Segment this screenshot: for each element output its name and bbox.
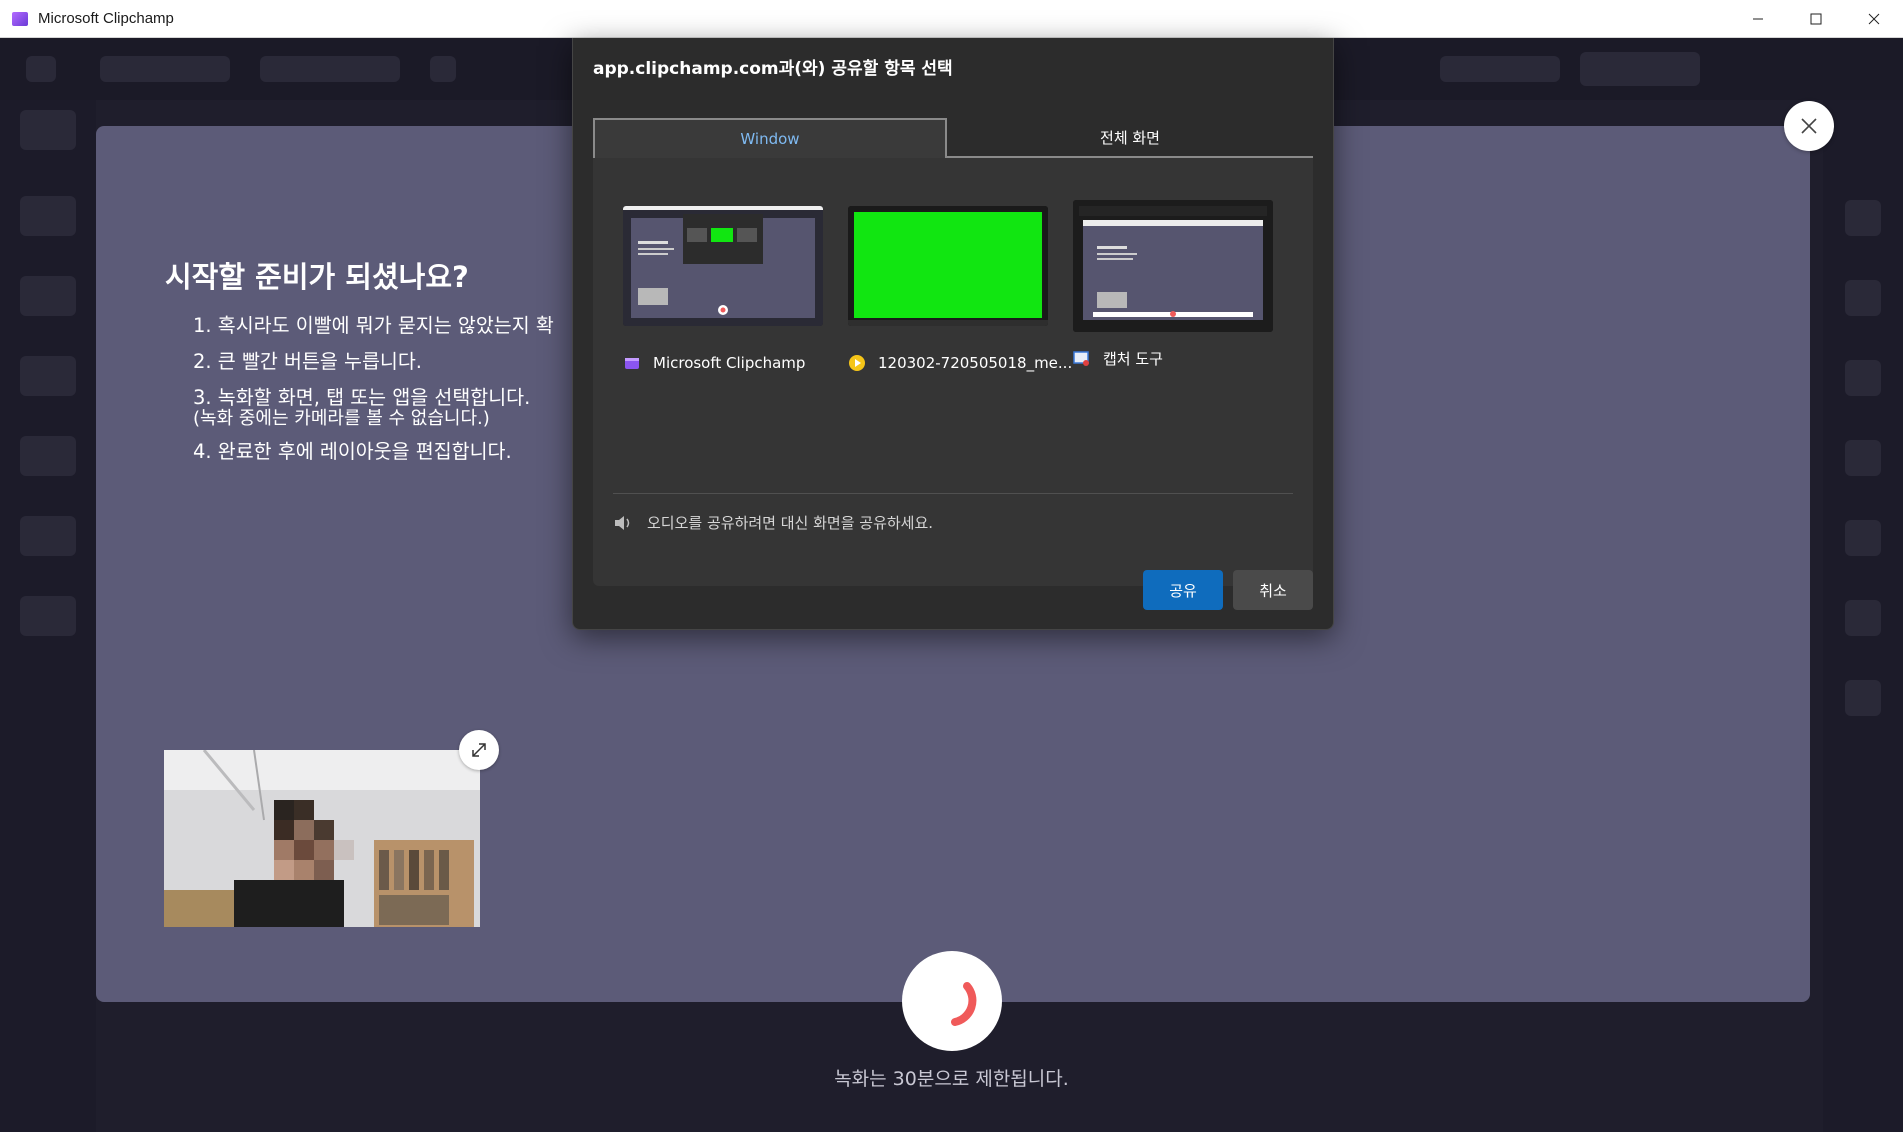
divider	[613, 493, 1293, 494]
step-1: 1. 혹시라도 이빨에 뭐가 묻지는 않았는지 확	[193, 314, 554, 337]
maximize-button[interactable]	[1787, 0, 1845, 38]
clipchamp-app-icon	[12, 11, 28, 26]
recorder-steps: 1. 혹시라도 이빨에 뭐가 묻지는 않았는지 확 2. 큰 빨간 버튼을 누릅…	[193, 312, 573, 474]
cancel-button[interactable]: 취소	[1233, 570, 1313, 610]
record-spinner-icon	[951, 982, 977, 1026]
clipchamp-icon	[623, 354, 641, 372]
close-window-button[interactable]	[1845, 0, 1903, 38]
snipping-tool-icon	[1073, 350, 1091, 368]
close-icon	[1868, 13, 1880, 25]
source-list: Microsoft Clipchamp 120302-720505018_me.…	[593, 158, 1313, 586]
maximize-icon	[1810, 13, 1822, 25]
tab-window[interactable]: Window	[593, 118, 947, 158]
step-4: 4. 완료한 후에 레이아웃을 편집합니다.	[193, 440, 512, 463]
webcam-image	[164, 750, 480, 927]
minimize-button[interactable]	[1729, 0, 1787, 38]
source-thumbnail	[623, 206, 823, 326]
recording-limit-text: 녹화는 30분으로 제한됩니다.	[834, 1068, 1069, 1090]
step-2: 2. 큰 빨간 버튼을 누릅니다.	[193, 350, 422, 373]
recorder-heading: 시작할 준비가 되셨나요?	[165, 260, 469, 294]
media-player-icon	[848, 354, 866, 372]
app-right-sidebar	[1823, 100, 1903, 1132]
expand-webcam-button[interactable]	[459, 730, 499, 770]
window-title: Microsoft Clipchamp	[38, 10, 174, 27]
title-bar: Microsoft Clipchamp	[0, 0, 1903, 38]
webcam-preview	[164, 750, 480, 927]
minimize-icon	[1753, 18, 1763, 20]
source-label: 120302-720505018_me...	[848, 354, 1072, 372]
source-label: Microsoft Clipchamp	[623, 354, 833, 372]
close-icon	[1801, 118, 1817, 134]
step-3-note: (녹화 중에는 카메라를 볼 수 없습니다.)	[193, 408, 490, 429]
share-button[interactable]: 공유	[1143, 570, 1223, 610]
audio-note: 오디오를 공유하려면 대신 화면을 공유하세요.	[613, 512, 933, 533]
speaker-icon	[613, 513, 633, 533]
expand-icon	[472, 743, 486, 757]
source-thumbnail	[848, 206, 1048, 326]
source-label: 캡처 도구	[1073, 348, 1283, 369]
app-left-sidebar	[0, 100, 96, 1132]
share-picker-dialog: app.clipchamp.com과(와) 공유할 항목 선택 Window 전…	[572, 38, 1334, 630]
window-controls	[1729, 0, 1903, 38]
close-recorder-button[interactable]	[1784, 101, 1834, 151]
source-thumbnail	[1073, 200, 1273, 332]
source-tabs: Window 전체 화면	[593, 118, 1313, 158]
tab-entire-screen[interactable]: 전체 화면	[947, 118, 1313, 158]
dialog-title: app.clipchamp.com과(와) 공유할 항목 선택	[593, 59, 953, 79]
step-3: 3. 녹화할 화면, 탭 또는 앱을 선택합니다.	[193, 386, 531, 409]
record-button[interactable]	[902, 951, 1002, 1051]
